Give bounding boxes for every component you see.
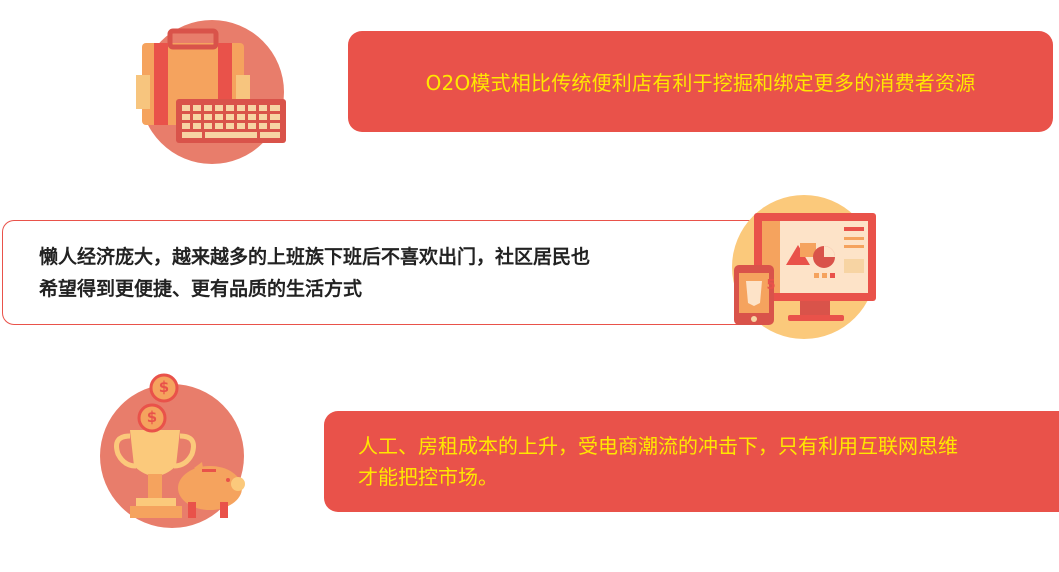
coin-bottom-dollar-sign: $ — [146, 408, 158, 426]
monitor-phone-icon: 5 — [720, 185, 882, 345]
card-1-text-line-1: O2O模式相比传统便利店有利于挖掘和绑定更多的消费者资源 — [425, 71, 976, 95]
card-2-text-line-1: 懒人经济庞大，越来越多的上班族下班后不喜欢出门，社区居民也 — [39, 245, 591, 268]
trophy-coins-piggybank-icon: $ $ — [92, 370, 252, 530]
briefcase-keyboard-icon — [132, 15, 292, 170]
info-card-3: 人工、房租成本的上升，受电商潮流的冲击下，只有利用互联网思维 才能把控市场。 — [324, 411, 1059, 512]
phone-html5-badge: 5 — [766, 278, 776, 293]
card-3-text-line-1: 人工、房租成本的上升，受电商潮流的冲击下，只有利用互联网思维 — [358, 433, 958, 458]
info-card-2: 懒人经济庞大，越来越多的上班族下班后不喜欢出门，社区居民也 希望得到更便捷、更有… — [2, 220, 762, 325]
card-3-text-line-2: 才能把控市场。 — [358, 464, 498, 489]
info-card-1: O2O模式相比传统便利店有利于挖掘和绑定更多的消费者资源 — [348, 31, 1053, 132]
coin-top-dollar-sign: $ — [158, 378, 170, 396]
card-2-text-line-2: 希望得到更便捷、更有品质的生活方式 — [39, 277, 363, 300]
